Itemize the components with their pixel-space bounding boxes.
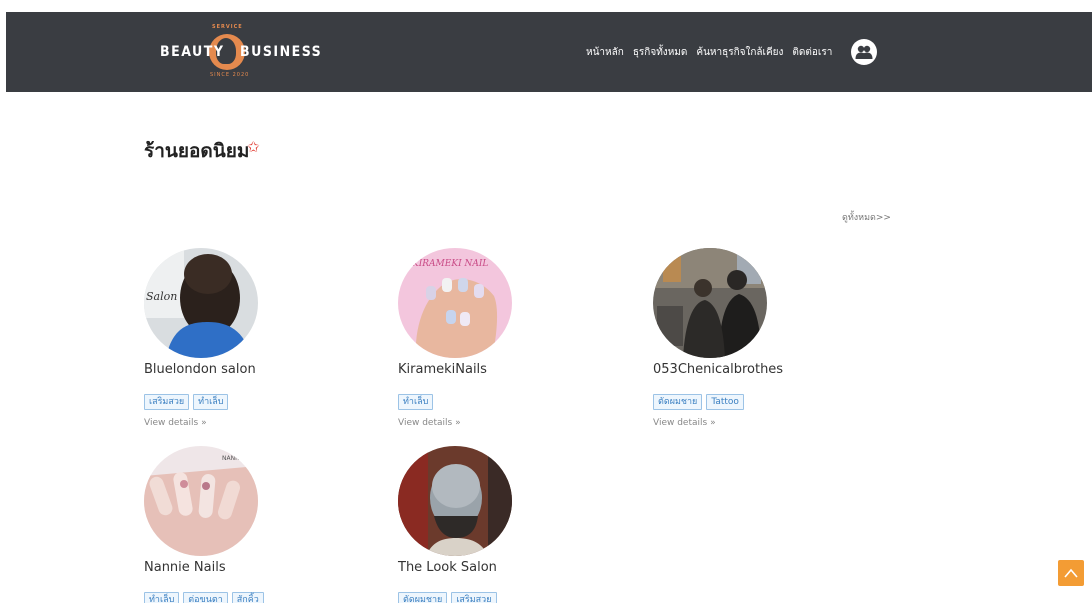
svg-text:KIRAMEKI NAIL: KIRAMEKI NAIL — [411, 259, 488, 269]
nav-home[interactable]: หน้าหลัก — [586, 45, 624, 60]
view-details-link[interactable]: View details » — [144, 418, 207, 428]
shop-image[interactable] — [398, 446, 512, 556]
star-icon: ✩ — [247, 138, 260, 156]
view-details-link[interactable]: View details » — [398, 418, 461, 428]
nav-contact[interactable]: ติดต่อเรา — [792, 45, 832, 60]
user-group-icon — [855, 45, 873, 59]
logo-word-left: BEAUTY — [160, 44, 225, 60]
shop-name[interactable]: The Look Salon — [398, 560, 497, 575]
shop-tag[interactable]: เสริมสวย — [144, 394, 190, 410]
logo-word-right: BUSINESS — [240, 44, 323, 60]
shop-tag[interactable]: ต่อขนตา — [183, 592, 228, 603]
shop-tag[interactable]: ตัดผมชาย — [653, 394, 703, 410]
shop-tags: ตัดผมชาย Tattoo — [653, 394, 744, 410]
logo-bottom-text: SINCE 2020 — [210, 72, 250, 78]
navbar: SERVICE BEAUTY BUSINESS SINCE 2020 หน้าห… — [6, 12, 1092, 92]
nav-nearby-search[interactable]: ค้นหาธุรกิจใกล้เคียง — [696, 45, 783, 60]
shop-image[interactable]: NANNIE — [144, 446, 258, 556]
shop-tags: ทำเล็บ ต่อขนตา สักคิ้ว — [144, 592, 264, 603]
shop-tag[interactable]: ทำเล็บ — [398, 394, 434, 410]
shop-tag[interactable]: ทำเล็บ — [144, 592, 180, 603]
shop-tags: เสริมสวย ทำเล็บ — [144, 394, 229, 410]
svg-text:NANNIE: NANNIE — [222, 455, 245, 462]
main-nav: หน้าหลัก ธุรกิจทั้งหมด ค้นหาธุรกิจใกล้เค… — [586, 45, 832, 60]
chevron-up-icon — [1064, 568, 1078, 578]
shop-name[interactable]: KiramekiNails — [398, 362, 487, 377]
back-to-top-button[interactable] — [1058, 560, 1084, 586]
shop-tags: ตัดผมชาย เสริมสวย — [398, 592, 497, 603]
shop-name[interactable]: 053Chenicalbrothes — [653, 362, 783, 377]
section-title: ร้านยอดนิยม — [144, 140, 250, 162]
user-account-button[interactable] — [851, 39, 877, 65]
shop-name[interactable]: Bluelondon salon — [144, 362, 256, 377]
view-all-link[interactable]: ดูทั้งหมด>> — [842, 210, 891, 224]
page-top-margin — [0, 0, 1092, 12]
shop-image[interactable] — [653, 248, 767, 358]
brand-logo[interactable]: SERVICE BEAUTY BUSINESS SINCE 2020 — [154, 22, 321, 82]
shop-tag[interactable]: สักคิ้ว — [231, 592, 264, 603]
svg-text:Salon: Salon — [146, 290, 177, 303]
shop-image[interactable]: Salon — [144, 248, 258, 358]
nav-all-businesses[interactable]: ธุรกิจทั้งหมด — [633, 45, 688, 60]
shop-tag[interactable]: เสริมสวย — [451, 592, 497, 603]
shop-tag[interactable]: ตัดผมชาย — [398, 592, 448, 603]
view-details-link[interactable]: View details » — [653, 418, 716, 428]
shop-image[interactable]: KIRAMEKI NAIL — [398, 248, 512, 358]
shop-tags: ทำเล็บ — [398, 394, 434, 410]
shop-tag[interactable]: ทำเล็บ — [193, 394, 229, 410]
shop-name[interactable]: Nannie Nails — [144, 560, 226, 575]
shop-tag[interactable]: Tattoo — [706, 394, 744, 410]
logo-top-text: SERVICE — [212, 24, 243, 30]
